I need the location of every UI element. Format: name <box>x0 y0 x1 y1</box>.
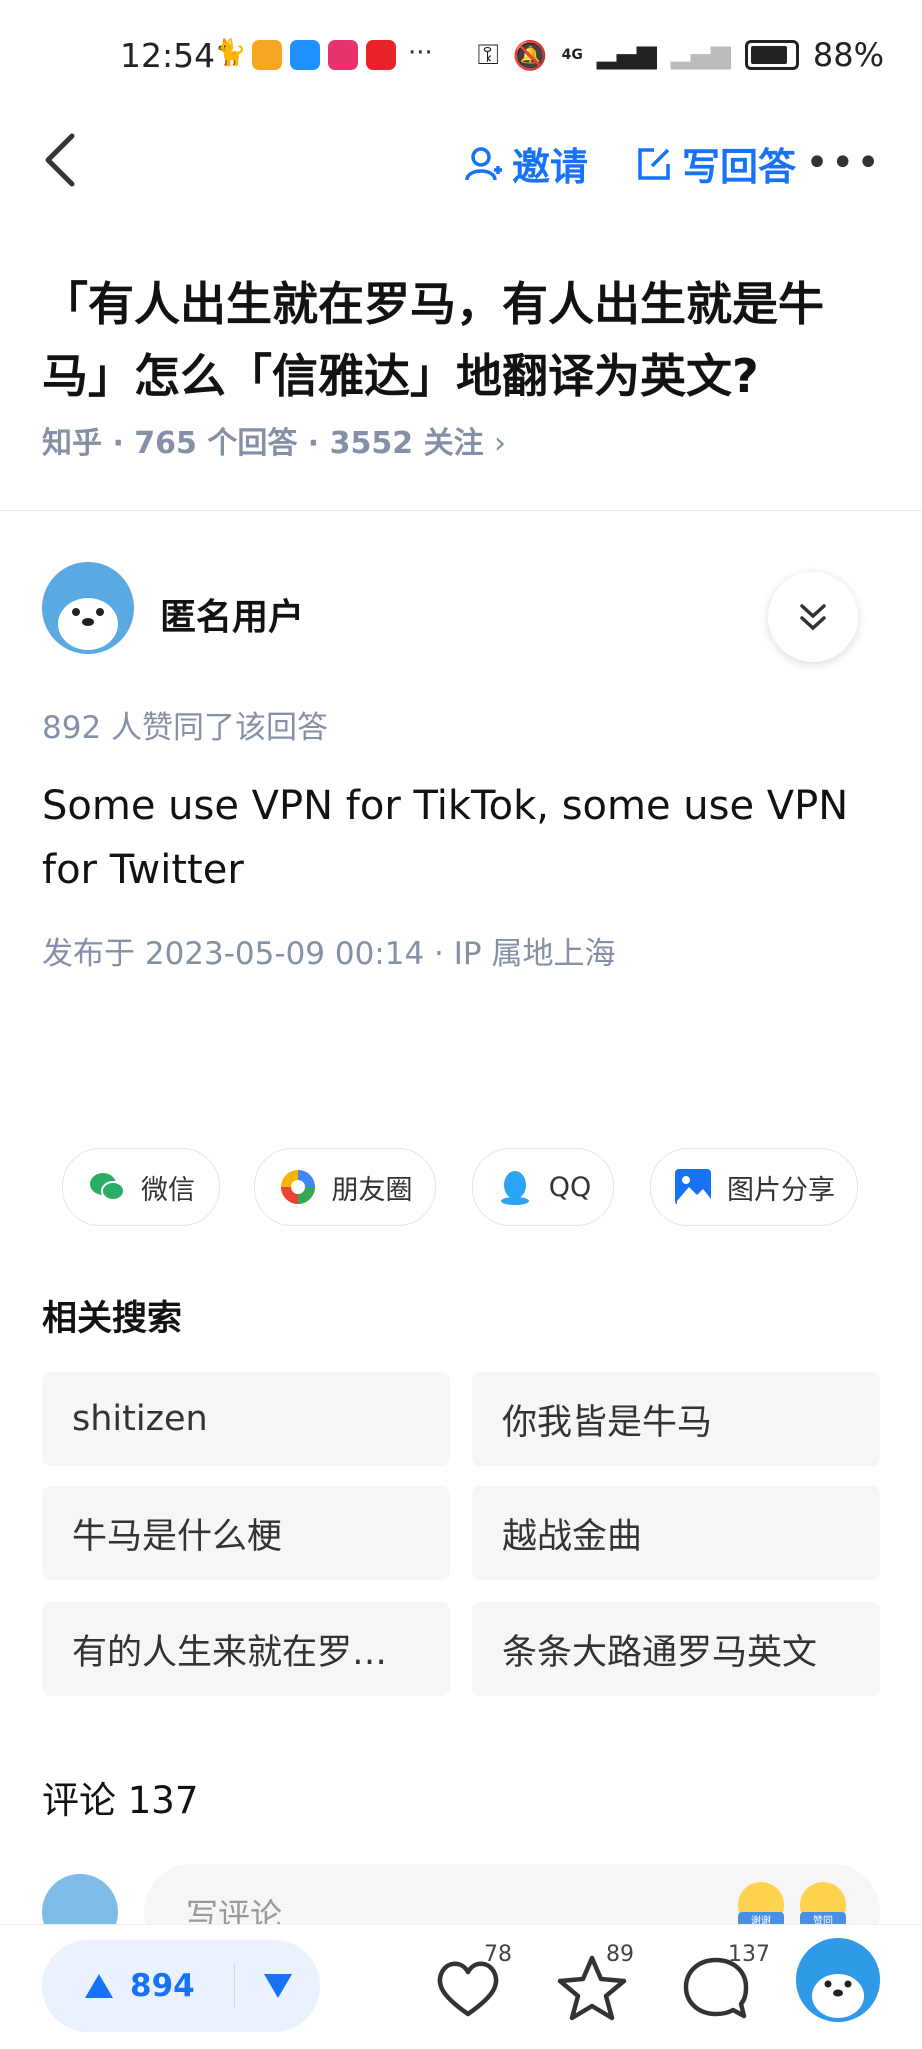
chevron-right-icon: › <box>494 426 507 461</box>
image-share-icon <box>675 1169 711 1205</box>
related-searches-title: 相关搜索 <box>42 1299 183 1339</box>
profile-avatar[interactable] <box>796 1938 880 2022</box>
qq-icon <box>500 1171 529 1205</box>
question-title[interactable]: 「有人出生就在罗马，有人出生就是牛马」怎么「信雅达」地翻译为英文? <box>42 268 882 412</box>
edit-icon <box>638 147 670 180</box>
related-search-item[interactable]: 有的人生来就在罗… <box>42 1602 450 1696</box>
share-wechat-button[interactable]: 微信 <box>62 1148 220 1226</box>
vote-control: 894 <box>42 1940 320 2032</box>
share-image-label: 图片分享 <box>727 1174 835 1206</box>
write-answer-button[interactable]: 写回答 <box>634 136 796 191</box>
question-meta-text: 知乎 · 765 个回答 · 3552 关注 <box>42 426 484 461</box>
answer-content: Some use VPN for TikTok, some use VPN fo… <box>42 783 849 893</box>
signal-icon-2: ▂▄▆ <box>670 40 731 70</box>
comments-title: 评论 137 <box>42 1779 199 1822</box>
question-meta[interactable]: 知乎 · 765 个回答 · 3552 关注 › <box>42 418 506 462</box>
search-app-icon <box>290 40 320 70</box>
more-notifications-icon: ··· <box>408 38 433 68</box>
share-qq-button[interactable]: QQ <box>472 1148 614 1226</box>
triangle-down-icon <box>263 1974 292 1998</box>
triangle-up-icon <box>85 1974 113 1998</box>
share-wechat-label: 微信 <box>141 1174 195 1206</box>
invite-label: 邀请 <box>512 145 589 189</box>
share-image-button[interactable]: 图片分享 <box>650 1148 858 1226</box>
write-answer-label: 写回答 <box>682 145 797 189</box>
author-avatar[interactable] <box>42 562 134 654</box>
published-info: 发布于 2023-05-09 00:14 · IP 属地上海 <box>42 936 616 972</box>
invite-button[interactable]: 邀请 <box>464 136 588 191</box>
battery-percent: 88% <box>812 36 884 74</box>
related-search-item[interactable]: 条条大路通罗马英文 <box>472 1602 880 1696</box>
more-options-icon[interactable]: ••• <box>805 140 882 186</box>
thanks-emoji-button[interactable]: 谢谢 <box>738 1882 784 1928</box>
share-moments-button[interactable]: 朋友圈 <box>254 1148 436 1226</box>
cat-app-icon: 🐈 <box>214 38 247 68</box>
share-moments-label: 朋友圈 <box>331 1174 413 1206</box>
author-name[interactable]: 匿名用户 <box>160 588 304 640</box>
divider <box>0 510 922 511</box>
status-time: 12:54 <box>120 36 216 75</box>
status-right: ⚿ 🔕 4G ▂▄▆ ▂▄▆ 88% <box>477 36 884 74</box>
like-count: 78 <box>484 1942 512 1967</box>
upvote-button[interactable]: 894 <box>42 1968 234 2004</box>
wechat-icon <box>90 1173 125 1201</box>
favorite-count: 89 <box>606 1942 634 1967</box>
office-app-icon <box>366 40 396 70</box>
share-qq-label: QQ <box>548 1171 592 1203</box>
related-search-item[interactable]: 越战金曲 <box>472 1486 880 1580</box>
moments-icon <box>280 1170 315 1204</box>
collapse-button[interactable] <box>768 572 858 662</box>
double-chevron-down-icon <box>800 604 826 631</box>
key-icon: ⚿ <box>477 38 499 71</box>
upvote-count: 894 <box>130 1968 195 2004</box>
related-search-item[interactable]: 牛马是什么梗 <box>42 1486 450 1580</box>
signal-icon: ▂▄▆ <box>596 40 657 70</box>
app-notification-icon <box>252 40 282 70</box>
comment-count: 137 <box>728 1942 770 1967</box>
agree-emoji-button[interactable]: 赞同 <box>800 1882 846 1928</box>
network-label: 4G <box>561 47 583 63</box>
downvote-button[interactable] <box>235 1973 320 1999</box>
shop-app-icon <box>328 40 358 70</box>
person-add-icon <box>465 146 502 180</box>
battery-icon <box>744 40 799 70</box>
answer-votes-text: 892 人赞同了该回答 <box>42 710 329 746</box>
back-icon[interactable] <box>40 130 80 190</box>
related-search-item[interactable]: 你我皆是牛马 <box>472 1372 880 1466</box>
mute-icon: 🔕 <box>512 38 548 72</box>
related-search-item[interactable]: shitizen <box>42 1372 450 1466</box>
